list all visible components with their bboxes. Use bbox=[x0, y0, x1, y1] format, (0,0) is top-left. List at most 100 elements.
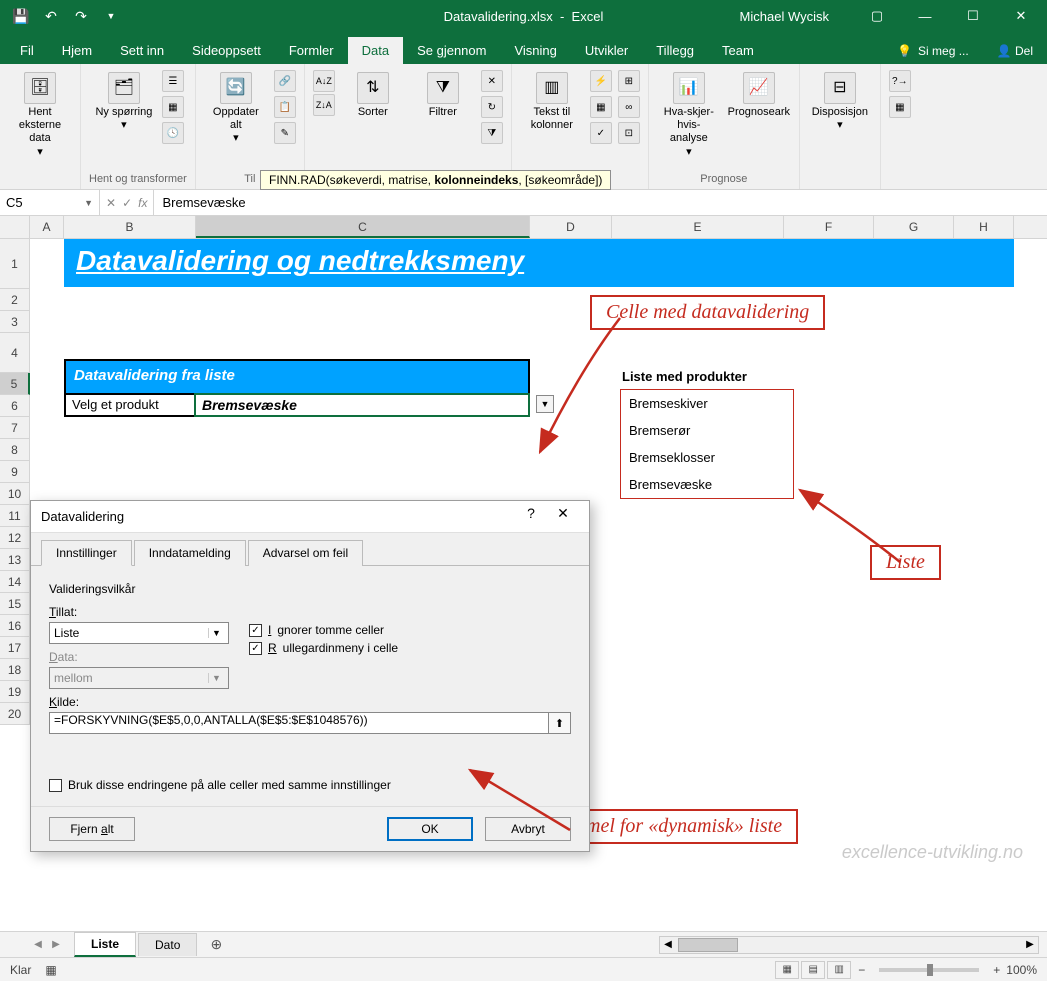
tab-fil[interactable]: Fil bbox=[6, 37, 48, 64]
tab-utvikler[interactable]: Utvikler bbox=[571, 37, 642, 64]
qat-dropdown-icon[interactable]: ▼ bbox=[98, 5, 124, 27]
dialog-close-icon[interactable]: ✕ bbox=[547, 505, 579, 529]
col-header-f[interactable]: F bbox=[784, 216, 874, 238]
save-icon[interactable]: 💾 bbox=[8, 5, 34, 27]
dialog-tab-settings[interactable]: Innstillinger bbox=[41, 540, 132, 566]
list-item[interactable]: Bremsevæske bbox=[621, 471, 793, 498]
row-header[interactable]: 14 bbox=[0, 571, 30, 593]
dialog-tab-input-message[interactable]: Inndatamelding bbox=[134, 540, 246, 566]
tab-formler[interactable]: Formler bbox=[275, 37, 348, 64]
cell-b5[interactable]: Velg et produkt bbox=[64, 393, 196, 417]
macro-record-icon[interactable]: ▦ bbox=[45, 963, 56, 977]
data-validation-icon[interactable]: ✓ bbox=[590, 122, 612, 144]
properties-icon[interactable]: 📋 bbox=[274, 96, 296, 118]
row-header[interactable]: 9 bbox=[0, 461, 30, 483]
view-page-layout-icon[interactable]: ▤ bbox=[801, 961, 825, 979]
sort-az-icon[interactable]: A↓Z bbox=[313, 70, 335, 92]
select-all-corner[interactable] bbox=[0, 216, 30, 238]
row-header[interactable]: 19 bbox=[0, 681, 30, 703]
dialog-tab-error-alert[interactable]: Advarsel om feil bbox=[248, 540, 363, 566]
col-header-h[interactable]: H bbox=[954, 216, 1014, 238]
from-table-icon[interactable]: ▦ bbox=[162, 96, 184, 118]
clear-all-button[interactable]: Fjern alt bbox=[49, 817, 135, 841]
tab-visning[interactable]: Visning bbox=[500, 37, 570, 64]
row-header[interactable]: 15 bbox=[0, 593, 30, 615]
share-button[interactable]: 👤 Del bbox=[983, 38, 1047, 64]
cell-dropdown-icon[interactable]: ▼ bbox=[536, 395, 554, 413]
cancel-button[interactable]: Avbryt bbox=[485, 817, 571, 841]
tab-hjem[interactable]: Hjem bbox=[48, 37, 106, 64]
zoom-level[interactable]: 100% bbox=[1006, 963, 1037, 977]
cancel-formula-icon[interactable]: ✕ bbox=[106, 196, 116, 210]
name-box[interactable]: C5▼ bbox=[0, 190, 100, 215]
relationships-icon[interactable]: ∞ bbox=[618, 96, 640, 118]
apply-all-checkbox[interactable]: Bruk disse endringene på alle celler med… bbox=[49, 778, 571, 792]
manage-data-model-icon[interactable]: ⊡ bbox=[618, 122, 640, 144]
col-header-c[interactable]: C bbox=[196, 216, 530, 238]
tab-se-gjennom[interactable]: Se gjennom bbox=[403, 37, 500, 64]
refresh-all-button[interactable]: 🔄Oppdater alt ▾ bbox=[204, 68, 268, 150]
add-sheet-icon[interactable]: ⊕ bbox=[205, 934, 227, 956]
row-header[interactable]: 4 bbox=[0, 333, 30, 373]
in-cell-dropdown-checkbox[interactable]: ✓ Rullegardinmeny i celle bbox=[249, 641, 398, 655]
tab-sideoppsett[interactable]: Sideoppsett bbox=[178, 37, 275, 64]
source-input[interactable]: =FORSKYVNING($E$5,0,0,ANTALLA($E$5:$E$10… bbox=[49, 712, 549, 734]
fx-icon[interactable]: fx bbox=[138, 196, 147, 210]
show-queries-icon[interactable]: ☰ bbox=[162, 70, 184, 92]
solver-icon[interactable]: ?→ bbox=[889, 70, 911, 92]
sheet-nav-last-icon[interactable]: ▶ bbox=[48, 939, 64, 950]
advanced-filter-icon[interactable]: ⧩ bbox=[481, 122, 503, 144]
forecast-sheet-button[interactable]: 📈Prognoseark bbox=[727, 68, 791, 123]
zoom-out-icon[interactable]: − bbox=[858, 963, 865, 977]
view-page-break-icon[interactable]: ▥ bbox=[827, 961, 851, 979]
col-header-e[interactable]: E bbox=[612, 216, 784, 238]
connections-icon[interactable]: 🔗 bbox=[274, 70, 296, 92]
col-header-g[interactable]: G bbox=[874, 216, 954, 238]
row-header[interactable]: 16 bbox=[0, 615, 30, 637]
row-header[interactable]: 10 bbox=[0, 483, 30, 505]
col-header-a[interactable]: A bbox=[30, 216, 64, 238]
row-header[interactable]: 8 bbox=[0, 439, 30, 461]
maximize-icon[interactable]: ☐ bbox=[953, 5, 993, 27]
recent-sources-icon[interactable]: 🕓 bbox=[162, 122, 184, 144]
range-picker-icon[interactable]: ⬆ bbox=[549, 712, 571, 734]
new-query-button[interactable]: 🗂Ny spørring ▾ bbox=[92, 68, 156, 136]
col-header-b[interactable]: B bbox=[64, 216, 196, 238]
clear-filter-icon[interactable]: ✕ bbox=[481, 70, 503, 92]
tab-team[interactable]: Team bbox=[708, 37, 768, 64]
list-item[interactable]: Bremseskiver bbox=[621, 390, 793, 417]
horizontal-scrollbar[interactable]: ◀▶ bbox=[659, 936, 1039, 954]
row-header[interactable]: 6 bbox=[0, 395, 30, 417]
remove-duplicates-icon[interactable]: ▦ bbox=[590, 96, 612, 118]
edit-links-icon[interactable]: ✎ bbox=[274, 122, 296, 144]
view-normal-icon[interactable]: ▦ bbox=[775, 961, 799, 979]
reapply-icon[interactable]: ↻ bbox=[481, 96, 503, 118]
what-if-button[interactable]: 📊Hva-skjer-hvis-analyse ▾ bbox=[657, 68, 721, 163]
list-item[interactable]: Bremserør bbox=[621, 417, 793, 444]
ribbon-display-icon[interactable]: ▢ bbox=[857, 5, 897, 27]
ignore-blank-checkbox[interactable]: ✓ IIgnorer tomme cellergnorer tomme cell… bbox=[249, 623, 398, 637]
row-header[interactable]: 11 bbox=[0, 505, 30, 527]
close-icon[interactable]: ✕ bbox=[1001, 5, 1041, 27]
row-header[interactable]: 1 bbox=[0, 239, 30, 289]
sort-button[interactable]: ⇅Sorter bbox=[341, 68, 405, 123]
row-header[interactable]: 12 bbox=[0, 527, 30, 549]
minimize-icon[interactable]: — bbox=[905, 5, 945, 27]
tab-tillegg[interactable]: Tillegg bbox=[642, 37, 708, 64]
row-header[interactable]: 13 bbox=[0, 549, 30, 571]
sort-za-icon[interactable]: Z↓A bbox=[313, 94, 335, 116]
sheet-tab-dato[interactable]: Dato bbox=[138, 933, 197, 956]
enter-formula-icon[interactable]: ✓ bbox=[122, 196, 132, 210]
row-header[interactable]: 18 bbox=[0, 659, 30, 681]
flash-fill-icon[interactable]: ⚡ bbox=[590, 70, 612, 92]
allow-select[interactable]: Liste▼ bbox=[49, 622, 229, 644]
cell-c5[interactable]: Bremsevæske bbox=[196, 393, 530, 417]
sheet-nav-first-icon[interactable]: ◀ bbox=[30, 939, 46, 950]
tell-me[interactable]: 💡 Si meg ... bbox=[883, 38, 983, 64]
ok-button[interactable]: OK bbox=[387, 817, 473, 841]
row-header[interactable]: 20 bbox=[0, 703, 30, 725]
user-name[interactable]: Michael Wycisk bbox=[740, 9, 829, 24]
tab-data[interactable]: Data bbox=[348, 37, 403, 64]
analysis-icon[interactable]: ▦ bbox=[889, 96, 911, 118]
zoom-slider[interactable] bbox=[879, 968, 979, 972]
